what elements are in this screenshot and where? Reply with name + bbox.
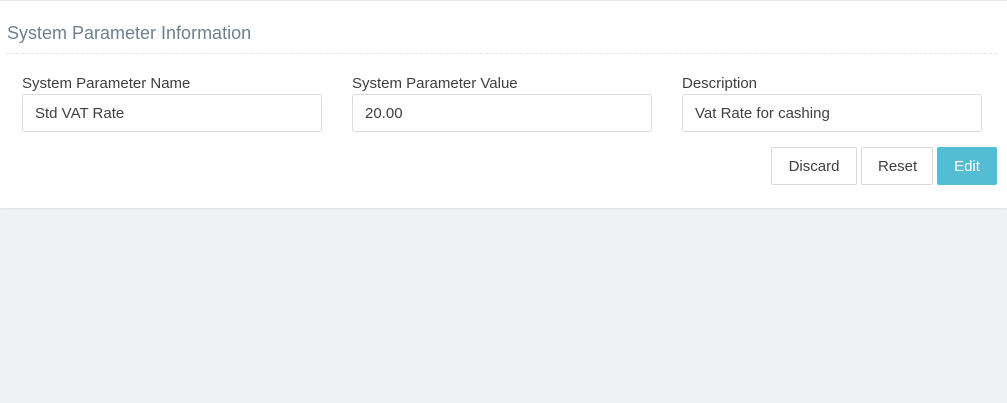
form-actions: Discard Reset Edit — [771, 147, 997, 185]
system-parameter-name-label: System Parameter Name — [22, 75, 191, 92]
system-parameter-value-input[interactable] — [352, 94, 652, 132]
system-parameter-name-field: System Parameter Name — [22, 74, 322, 132]
system-parameter-name-input[interactable] — [22, 94, 322, 132]
system-parameter-panel: System Parameter Information System Para… — [0, 0, 1007, 209]
description-field: Description — [682, 74, 982, 132]
panel-divider — [6, 53, 997, 54]
discard-button[interactable]: Discard — [771, 147, 857, 185]
reset-button[interactable]: Reset — [861, 147, 933, 185]
system-parameter-value-field: System Parameter Value — [352, 74, 652, 132]
system-parameter-value-label: System Parameter Value — [352, 75, 518, 92]
edit-button[interactable]: Edit — [937, 147, 997, 185]
description-label: Description — [682, 75, 758, 92]
description-input[interactable] — [682, 94, 982, 132]
panel-title: System Parameter Information — [7, 23, 252, 43]
